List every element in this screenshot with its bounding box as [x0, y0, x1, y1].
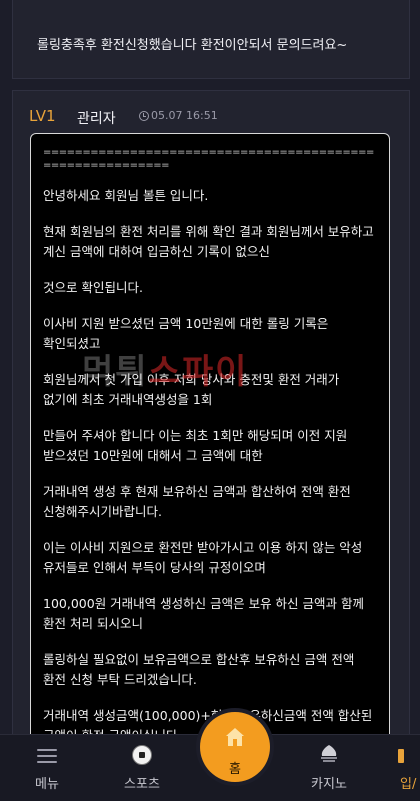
- deposit-icon: [398, 749, 404, 763]
- nav-casino[interactable]: 카지노: [292, 735, 366, 801]
- menu-icon: [37, 749, 57, 763]
- reply-paragraph: 것으로 확인됩니다.: [43, 280, 143, 295]
- clock-icon: [139, 111, 149, 121]
- watermark-text-red: 스파이: [148, 352, 249, 392]
- level-badge: LV1: [29, 107, 56, 125]
- reply-paragraph: 100,000원 거래내역 생성하신 금액은 보유 하신 금액과 함께 환전 처…: [43, 596, 365, 631]
- nav-deposit[interactable]: 입/: [396, 735, 420, 801]
- nav-menu[interactable]: 메뉴: [12, 735, 82, 801]
- casino-icon: [321, 745, 337, 762]
- reply-content: ========================================…: [30, 133, 390, 741]
- home-button[interactable]: 홈: [200, 712, 270, 782]
- reply-paragraph: 안녕하세요 회원님 볼튼 입니다.: [43, 188, 209, 203]
- reply-paragraph: 롤링하실 필요없이 보유금액으로 합산후 보유하신 금액 전액 환전 신청 부탁…: [43, 652, 355, 687]
- reply-paragraph: 거래내역 생성 후 현재 보유하신 금액과 합산하여 전액 환전 신청해주시기바…: [43, 484, 351, 519]
- home-icon: [226, 728, 244, 746]
- divider-line: ========================================…: [43, 147, 374, 171]
- watermark-text: 먹튀: [82, 352, 149, 392]
- nav-sports[interactable]: 스포츠: [105, 735, 179, 801]
- question-card: 롤링충족후 환전신청했습니다 환전이안되서 문의드려요~: [12, 0, 410, 79]
- reply-header: LV1 관리자 05.07 16:51: [13, 91, 409, 135]
- site-watermark: 먹튀스파이: [82, 344, 248, 393]
- nav-casino-label: 카지노: [311, 777, 347, 792]
- reply-card: LV1 관리자 05.07 16:51 ====================…: [12, 90, 410, 742]
- home-label: 홈: [229, 762, 241, 777]
- timestamp: 05.07 16:51: [151, 109, 218, 122]
- nav-deposit-label: 입/: [400, 777, 417, 792]
- soccer-ball-icon: [132, 745, 152, 765]
- author-name: 관리자: [77, 111, 116, 127]
- nav-sports-label: 스포츠: [124, 777, 160, 792]
- nav-menu-label: 메뉴: [35, 777, 59, 792]
- reply-paragraph: 현재 회원님의 환전 처리를 위해 확인 결과 회원님께서 보유하고 계신 금액…: [43, 224, 374, 259]
- reply-paragraph: 만들어 주셔야 합니다 이는 최초 1회만 해당되며 이전 지원 받으셨던 10…: [43, 428, 348, 463]
- question-text: 롤링충족후 환전신청했습니다 환전이안되서 문의드려요~: [37, 38, 348, 53]
- reply-paragraph: 이는 이사비 지원으로 환전만 받아가시고 이용 하지 않는 악성 유저들로 인…: [43, 540, 363, 575]
